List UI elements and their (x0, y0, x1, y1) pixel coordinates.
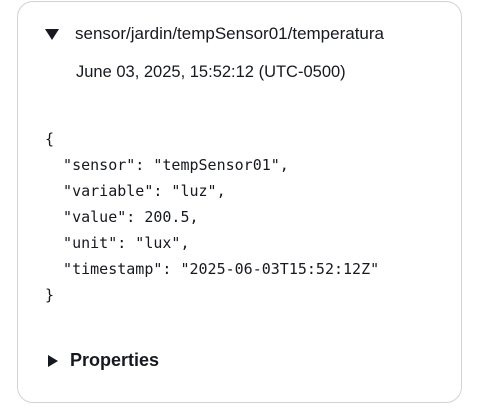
message-timestamp: June 03, 2025, 15:52:12 (UTC-0500) (76, 63, 346, 81)
message-topic: sensor/jardin/tempSensor01/temperatura (75, 24, 384, 43)
message-header-toggle[interactable]: sensor/jardin/tempSensor01/temperatura (45, 24, 384, 44)
caret-right-icon (48, 354, 58, 367)
caret-down-icon (45, 29, 59, 40)
properties-label: Properties (70, 350, 160, 370)
message-card: sensor/jardin/tempSensor01/temperatura J… (17, 1, 462, 403)
message-payload: { "sensor": "tempSensor01", "variable": … (45, 130, 380, 304)
properties-toggle[interactable]: Properties (47, 350, 159, 371)
